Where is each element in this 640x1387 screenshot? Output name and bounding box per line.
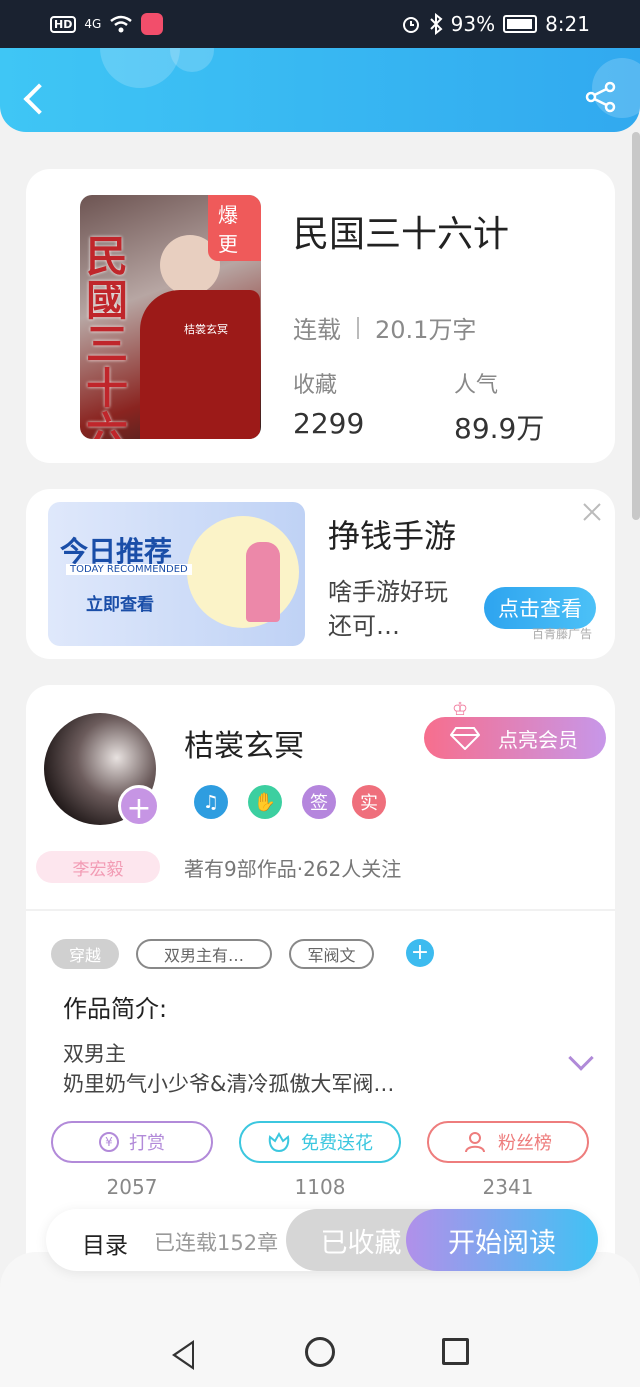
reward-label: 打赏	[129, 1133, 165, 1154]
add-tag-icon[interactable]: +	[406, 939, 434, 967]
nav-back-icon[interactable]	[172, 1340, 194, 1370]
nav-home-icon[interactable]	[305, 1337, 335, 1367]
nav-recent-icon[interactable]	[442, 1338, 469, 1365]
flower-count: 1108	[294, 1175, 346, 1199]
bluetooth-icon	[429, 13, 443, 35]
ad-title: 挣钱手游	[328, 517, 457, 555]
send-flower-button[interactable]: 免费送花	[239, 1121, 401, 1163]
chevron-down-icon[interactable]	[568, 1045, 594, 1071]
clock: 8:21	[545, 12, 590, 36]
book-meta: 连载 20.1万字	[293, 310, 476, 345]
battery-icon	[503, 15, 538, 33]
serial-status: 连载	[293, 316, 341, 344]
sign-badge[interactable]: 签	[302, 785, 336, 819]
pen-name-tag: 李宏毅	[36, 851, 160, 883]
back-arrow-icon[interactable]	[20, 80, 50, 116]
meta-divider	[357, 316, 359, 339]
reward-count: 2057	[106, 1175, 158, 1199]
reward-button[interactable]: ¥ 打赏	[51, 1121, 213, 1163]
alarm-icon	[402, 17, 419, 33]
status-bar: HD 4G 93% 8:21	[0, 0, 640, 48]
favorites-value: 2299	[293, 407, 365, 440]
author-name[interactable]: 桔裳玄冥	[184, 721, 304, 765]
popularity-label: 人气	[454, 373, 499, 398]
app-notification-icon	[141, 13, 164, 35]
scrollbar[interactable]	[632, 132, 640, 520]
wifi-icon	[110, 15, 133, 33]
music-badge-icon[interactable]: ♫	[194, 785, 228, 819]
book-cover[interactable]: 民國三十六計 桔裳玄冥 爆更	[80, 195, 261, 439]
ad-image-cta: 立即查看	[86, 595, 154, 615]
tag-item[interactable]: 军阀文	[289, 939, 374, 969]
tag-item[interactable]: 双男主有…	[136, 939, 272, 969]
system-nav-bar	[0, 1252, 640, 1387]
close-icon[interactable]	[581, 501, 603, 523]
intro-heading: 作品简介:	[63, 995, 168, 1023]
ad-source: 百青藤广告	[532, 627, 593, 641]
decor-bubble	[100, 48, 180, 88]
top-header	[0, 48, 640, 132]
book-title: 民国三十六计	[293, 214, 510, 255]
hd-indicator: HD	[50, 15, 77, 33]
intro-line: 奶里奶气小少爷&清冷孤傲大军阀…	[63, 1072, 395, 1096]
user-icon	[465, 1132, 485, 1153]
bottom-action-bar: 目录 已连载152章 已收藏 开始阅读	[46, 1209, 598, 1271]
book-info-card: 民國三十六計 桔裳玄冥 爆更 民国三十六计 连载 20.1万字 收藏 2299 …	[26, 169, 615, 463]
battery-percent: 93%	[450, 12, 496, 36]
follow-plus-icon[interactable]: +	[118, 785, 160, 827]
ad-description: 啥手游好玩还可…	[328, 578, 448, 640]
update-badge: 爆更	[208, 195, 261, 261]
divider	[26, 909, 615, 911]
chapter-count: 已连载152章	[154, 1231, 279, 1255]
author-stats: 著有9部作品·262人关注	[184, 857, 402, 881]
share-icon[interactable]	[584, 80, 618, 114]
yen-icon: ¥	[99, 1132, 119, 1152]
vip-label: 点亮会员	[498, 727, 578, 752]
tag-item[interactable]: 穿越	[51, 939, 119, 969]
intro-text: 双男主 奶里奶气小少爷&清冷孤傲大军阀…	[63, 1039, 394, 1099]
vip-button[interactable]: 点亮会员	[424, 717, 606, 759]
decor-bubble	[170, 48, 214, 72]
ad-moon-graphic	[187, 516, 299, 628]
favorites-label: 收藏	[293, 373, 338, 398]
toc-button[interactable]: 目录	[82, 1226, 128, 1260]
diamond-icon	[450, 727, 480, 750]
ad-image[interactable]: 今日推荐 TODAY RECOMMENDED 立即查看	[48, 502, 305, 646]
fan-rank-count: 2341	[482, 1175, 534, 1199]
flower-label: 免费送花	[301, 1133, 373, 1154]
word-count: 20.1万字	[375, 316, 477, 344]
fan-rank-button[interactable]: 粉丝榜	[427, 1121, 589, 1163]
handshake-badge-icon[interactable]: ✋	[248, 785, 282, 819]
author-card: + 李宏毅 桔裳玄冥 ♔ 点亮会员 ♫ ✋ 签 实 著有9部作品·262人关注 …	[26, 685, 615, 1285]
cover-author: 桔裳玄冥	[184, 323, 228, 336]
ad-figure-graphic	[246, 542, 280, 622]
ad-card[interactable]: 今日推荐 TODAY RECOMMENDED 立即查看 挣钱手游 啥手游好玩还可…	[26, 489, 615, 659]
verified-badge[interactable]: 实	[352, 785, 386, 819]
ad-view-button[interactable]: 点击查看	[484, 587, 596, 629]
flower-icon	[268, 1131, 290, 1153]
cover-figure-body	[140, 290, 260, 439]
cover-title: 民國三十六計	[86, 232, 129, 440]
fan-rank-label: 粉丝榜	[498, 1133, 552, 1154]
popularity-value: 89.9万	[454, 412, 545, 445]
start-reading-button[interactable]: 开始阅读	[406, 1209, 598, 1271]
intro-line: 双男主	[63, 1042, 126, 1066]
signal-icon: 4G	[84, 17, 102, 31]
ad-image-subtitle: TODAY RECOMMENDED	[66, 564, 192, 575]
